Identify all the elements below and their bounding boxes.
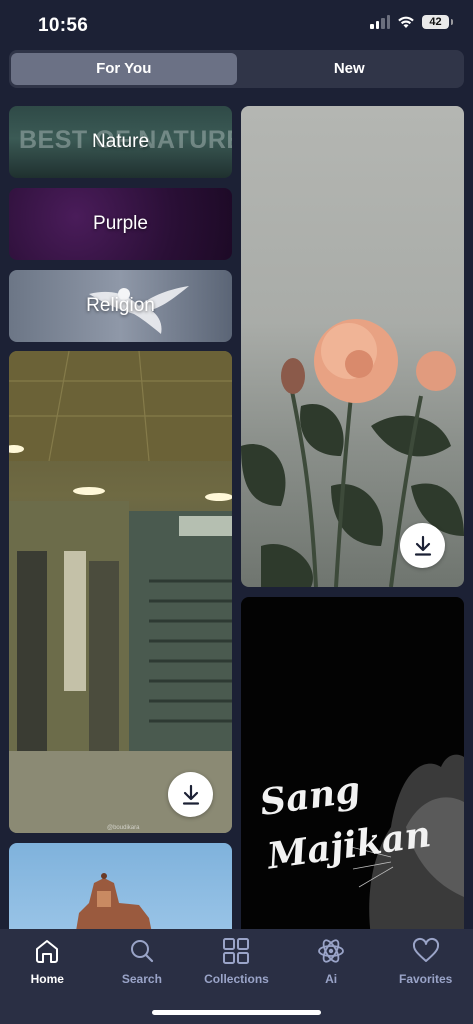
tab-collections-label: Collections: [204, 972, 269, 986]
category-nature-tile[interactable]: BEST OF NATURE Nature: [9, 106, 232, 178]
status-time: 10:56: [38, 15, 89, 36]
segment-for-you[interactable]: For You: [11, 53, 237, 85]
home-icon: [36, 940, 59, 963]
wallpaper-rose[interactable]: [241, 106, 464, 587]
subway-credit: @boudikara: [107, 825, 140, 831]
segment-new[interactable]: New: [237, 53, 463, 85]
wifi-icon: [398, 16, 414, 28]
wallpaper-app-screen: 10:56 42 For You New BEST OF NATURE Natu…: [0, 0, 473, 1024]
download-icon: [182, 784, 199, 805]
tab-favorites-label: Favorites: [398, 972, 453, 986]
download-button[interactable]: [168, 772, 213, 817]
battery-icon: 42: [422, 15, 453, 29]
status-icons: 42: [370, 15, 453, 29]
tab-ai-label: Ai: [325, 972, 338, 986]
feed-segmented-control: For You New: [9, 50, 464, 88]
grid-icon: [223, 938, 250, 964]
cellular-signal-icon: [370, 15, 390, 29]
wallpaper-cat-lettering[interactable]: Sang Majikan: [241, 597, 464, 937]
home-indicator: [152, 1010, 321, 1015]
tab-home[interactable]: Home: [2, 937, 92, 1024]
tab-favorites[interactable]: Favorites: [381, 937, 471, 1024]
category-purple-label: Purple: [93, 213, 148, 234]
download-button[interactable]: [400, 523, 445, 568]
subway-scene-image: [9, 351, 232, 833]
tab-search-label: Search: [121, 972, 162, 986]
wallpaper-clock-tower[interactable]: [9, 843, 232, 943]
wallpaper-subway-stairs[interactable]: @boudikara: [9, 351, 232, 833]
download-icon: [414, 535, 431, 556]
atom-icon: [318, 939, 344, 963]
rose-image: [241, 319, 464, 587]
heart-icon: [412, 937, 439, 962]
category-nature-label: Nature: [91, 131, 150, 152]
category-religion-label: Religion: [86, 295, 155, 316]
tab-home-label: Home: [30, 972, 64, 986]
status-bar: 10:56 42: [0, 0, 473, 50]
search-icon: [130, 940, 153, 963]
clock-tower-image: [74, 873, 154, 943]
category-purple-tile[interactable]: Purple: [9, 188, 232, 260]
category-religion-tile[interactable]: Religion: [9, 270, 232, 342]
